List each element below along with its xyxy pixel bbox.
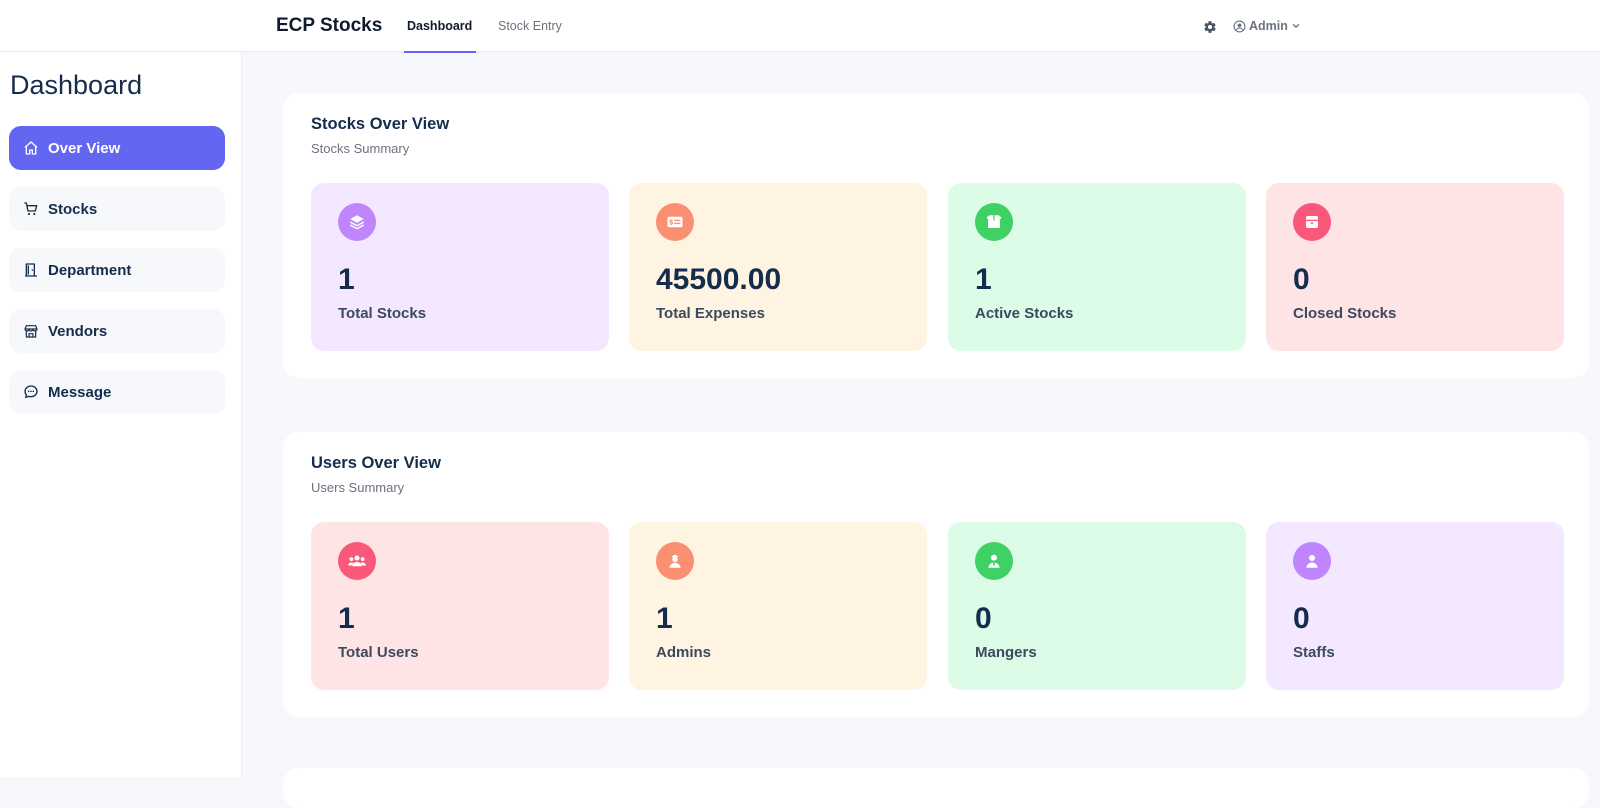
sidebar-item-stocks[interactable]: Stocks bbox=[9, 187, 225, 231]
stat-value: 1 bbox=[975, 263, 992, 296]
closed-box-icon bbox=[1293, 203, 1331, 241]
staff-user-icon bbox=[1293, 542, 1331, 580]
open-box-icon bbox=[975, 203, 1013, 241]
stat-value: 0 bbox=[975, 602, 992, 635]
panel-subtitle: Users Summary bbox=[311, 480, 405, 495]
manager-user-icon bbox=[975, 542, 1013, 580]
stat-value: 1 bbox=[338, 602, 355, 635]
stat-value: 45500.00 bbox=[656, 263, 782, 296]
cart-icon bbox=[24, 202, 38, 216]
sidebar-title: Dashboard bbox=[10, 70, 143, 100]
stat-label: Admins bbox=[656, 644, 712, 661]
store-icon bbox=[24, 325, 38, 338]
money-icon: $ bbox=[656, 203, 694, 241]
sidebar-item-label: Stocks bbox=[48, 200, 98, 218]
sidebar-item-vendors[interactable]: Vendors bbox=[9, 309, 225, 353]
stat-card-admins[interactable]: 1 Admins bbox=[629, 522, 927, 690]
sidebar-item-label: Department bbox=[48, 261, 132, 279]
stat-label: Total Stocks bbox=[338, 305, 427, 322]
panel-subtitle: Stocks Summary bbox=[311, 141, 410, 156]
stat-value: 0 bbox=[1293, 263, 1310, 296]
stat-card-staffs[interactable]: 0 Staffs bbox=[1266, 522, 1564, 690]
stat-label: Active Stocks bbox=[975, 305, 1074, 322]
svg-text:$: $ bbox=[669, 219, 674, 227]
stat-card-total-expenses[interactable]: $ 45500.00 Total Expenses bbox=[629, 183, 927, 351]
sidebar-item-message[interactable]: Message bbox=[9, 370, 225, 414]
app-brand[interactable]: ECP Stocks bbox=[276, 15, 382, 37]
stocks-overview-panel: Stocks Over View Stocks Summary 1 Total … bbox=[283, 93, 1589, 378]
user-menu[interactable]: Admin bbox=[1233, 18, 1301, 34]
stat-value: 0 bbox=[1293, 602, 1310, 635]
stat-value: 1 bbox=[338, 263, 355, 296]
stat-card-total-stocks[interactable]: 1 Total Stocks bbox=[311, 183, 609, 351]
panel-title: Users Over View bbox=[311, 454, 441, 472]
stat-label: Total Users bbox=[338, 644, 419, 661]
layers-icon bbox=[338, 203, 376, 241]
gear-icon[interactable] bbox=[1203, 20, 1217, 34]
home-icon bbox=[24, 141, 38, 155]
panel-title: Stocks Over View bbox=[311, 115, 450, 133]
user-menu-label: Admin bbox=[1249, 19, 1288, 33]
sidebar-item-label: Message bbox=[48, 383, 112, 401]
stat-value: 1 bbox=[656, 602, 673, 635]
chevron-down-icon bbox=[1292, 24, 1300, 28]
stat-label: Closed Stocks bbox=[1293, 305, 1397, 322]
stat-label: Mangers bbox=[975, 644, 1037, 661]
users-overview-panel: Users Over View Users Summary 1 Total Us… bbox=[283, 432, 1589, 717]
next-panel bbox=[283, 768, 1589, 808]
stat-label: Staffs bbox=[1293, 644, 1335, 661]
sidebar-item-overview[interactable]: Over View bbox=[9, 126, 225, 170]
top-navbar: ECP Stocks Dashboard Stock Entry Admin bbox=[0, 0, 1600, 53]
door-icon bbox=[25, 263, 37, 277]
stat-card-managers[interactable]: 0 Mangers bbox=[948, 522, 1246, 690]
sidebar-item-label: Vendors bbox=[48, 322, 108, 340]
sidebar-item-department[interactable]: Department bbox=[9, 248, 225, 292]
tab-stock-entry[interactable]: Stock Entry bbox=[498, 19, 562, 33]
stat-card-active-stocks[interactable]: 1 Active Stocks bbox=[948, 183, 1246, 351]
user-circle-icon bbox=[1233, 20, 1246, 32]
stat-card-total-users[interactable]: 1 Total Users bbox=[311, 522, 609, 690]
stat-card-closed-stocks[interactable]: 0 Closed Stocks bbox=[1266, 183, 1564, 351]
tab-dashboard[interactable]: Dashboard bbox=[403, 19, 477, 53]
sidebar-item-label: Over View bbox=[48, 139, 121, 157]
sidebar: Dashboard Over View Stocks Department Ve… bbox=[0, 52, 242, 777]
chat-icon bbox=[24, 385, 38, 398]
admin-user-icon bbox=[656, 542, 694, 580]
users-group-icon bbox=[338, 542, 376, 580]
stat-label: Total Expenses bbox=[656, 305, 765, 322]
